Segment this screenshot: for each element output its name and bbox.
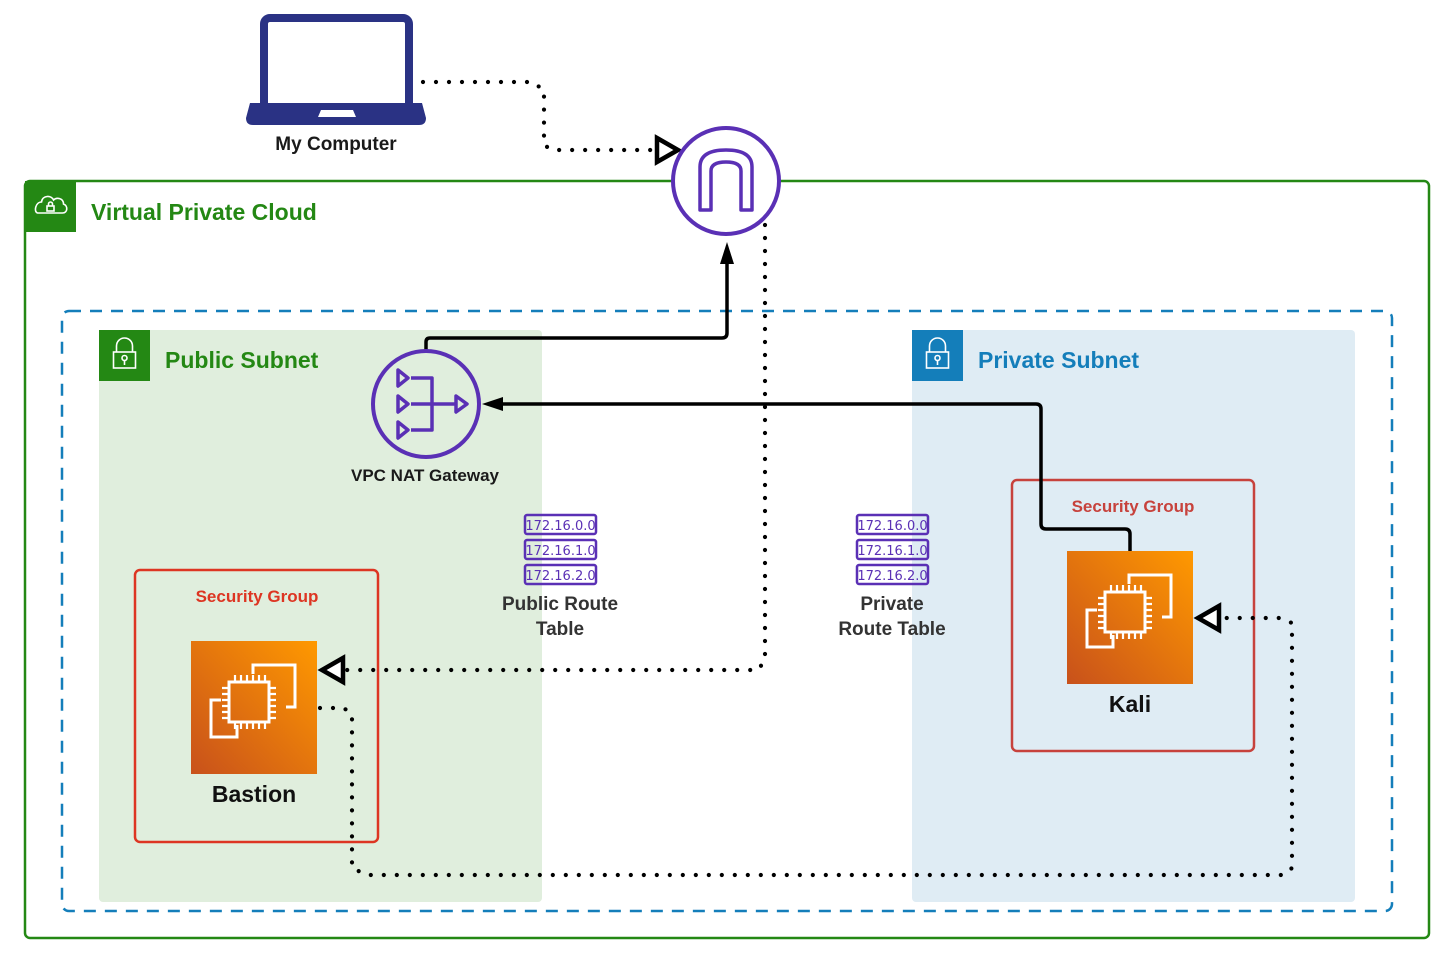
route-entry: 172.16.2.0 (857, 569, 927, 584)
vpc-label: Virtual Private Cloud (91, 199, 317, 225)
my-computer-label: My Computer (275, 134, 397, 155)
public-route-table-label-line1: Public Route (502, 594, 618, 615)
bastion-label: Bastion (212, 781, 296, 807)
architecture-diagram: Virtual Private Cloud Public Subnet Priv… (23, 14, 1431, 940)
bastion-security-group-label: Security Group (196, 587, 319, 606)
internet-gateway-node[interactable] (671, 126, 781, 236)
route-entry: 172.16.0.0 (857, 519, 927, 534)
edge-computer-to-igw (407, 79, 658, 153)
edge-nat-to-igw (424, 262, 729, 350)
arrowhead-open-triangle (654, 134, 683, 166)
route-entry: 172.16.2.0 (525, 569, 595, 584)
public-subnet-label: Public Subnet (165, 347, 319, 373)
route-table-icon: 172.16.0.0 172.16.1.0 172.16.2.0 (523, 513, 598, 586)
private-subnet-label: Private Subnet (978, 347, 1139, 373)
laptop-icon (246, 14, 426, 125)
public-route-table-label-line2: Table (536, 619, 584, 640)
nat-gateway-label: VPC NAT Gateway (351, 466, 500, 485)
route-table-icon: 172.16.0.0 172.16.1.0 172.16.2.0 (855, 513, 930, 586)
arrowhead-filled (720, 242, 734, 264)
route-entry: 172.16.1.0 (525, 544, 595, 559)
route-entry: 172.16.1.0 (857, 544, 927, 559)
route-entry: 172.16.0.0 (525, 519, 595, 534)
private-route-table-label-line1: Private (860, 594, 923, 615)
private-route-table-label-line2: Route Table (838, 619, 945, 640)
my-computer-node[interactable]: My Computer (246, 14, 426, 155)
kali-label: Kali (1109, 691, 1151, 717)
kali-security-group-label: Security Group (1072, 497, 1195, 516)
